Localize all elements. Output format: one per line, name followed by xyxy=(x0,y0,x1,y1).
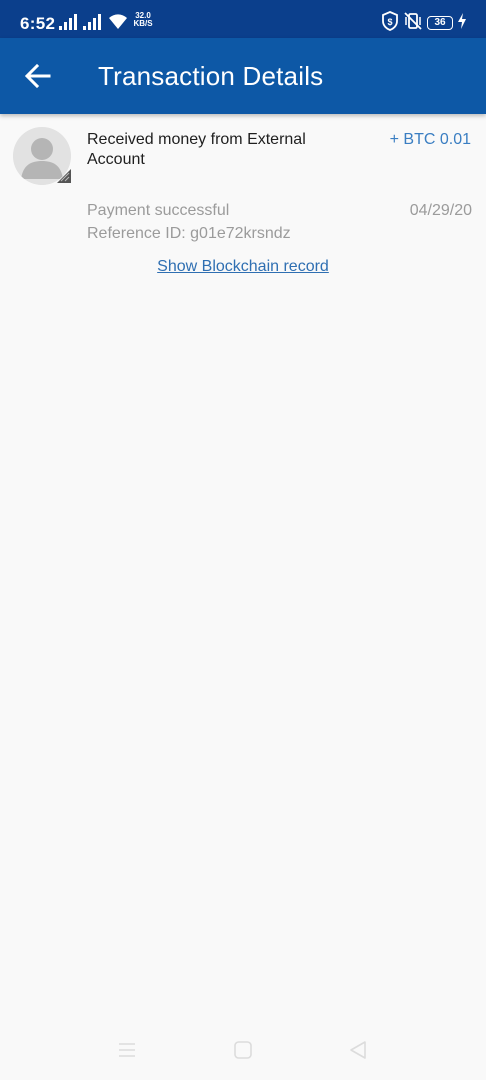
battery-indicator: 36 xyxy=(427,16,453,30)
net-speed: 32.0 KB/S xyxy=(132,12,154,28)
shield-icon: $ xyxy=(382,11,398,31)
signal-icon xyxy=(59,14,77,30)
transaction-title: Received money from External Account xyxy=(87,131,306,168)
blockchain-link-row: Show Blockchain record xyxy=(0,257,486,277)
reference-id: Reference ID: g01e72krsndz xyxy=(87,225,291,242)
back-button[interactable] xyxy=(16,58,60,94)
wifi-icon xyxy=(109,14,127,29)
menu-icon[interactable] xyxy=(117,1040,137,1060)
home-icon[interactable] xyxy=(233,1040,253,1060)
status-time: 6:52 xyxy=(20,14,56,33)
charging-icon xyxy=(458,13,466,29)
net-speed-unit: KB/S xyxy=(133,19,153,28)
app-bar: Transaction Details xyxy=(0,38,486,114)
status-bar: 6:52 32.0 KB/S $ 36 xyxy=(0,0,486,38)
transaction-date: 04/29/20 xyxy=(409,202,472,219)
svg-text:$: $ xyxy=(387,17,392,27)
expand-corner-icon xyxy=(57,169,71,183)
arrow-back-icon xyxy=(25,63,51,89)
transaction-amount: + BTC 0.01 xyxy=(389,131,471,148)
back-triangle-icon[interactable] xyxy=(348,1040,368,1060)
show-blockchain-record-link[interactable]: Show Blockchain record xyxy=(157,258,329,275)
transaction-status: Payment successful xyxy=(87,202,230,219)
navigation-bar xyxy=(0,1020,486,1080)
page-title: Transaction Details xyxy=(98,61,324,91)
signal-icon xyxy=(83,14,101,30)
vibrate-off-icon xyxy=(404,12,422,30)
